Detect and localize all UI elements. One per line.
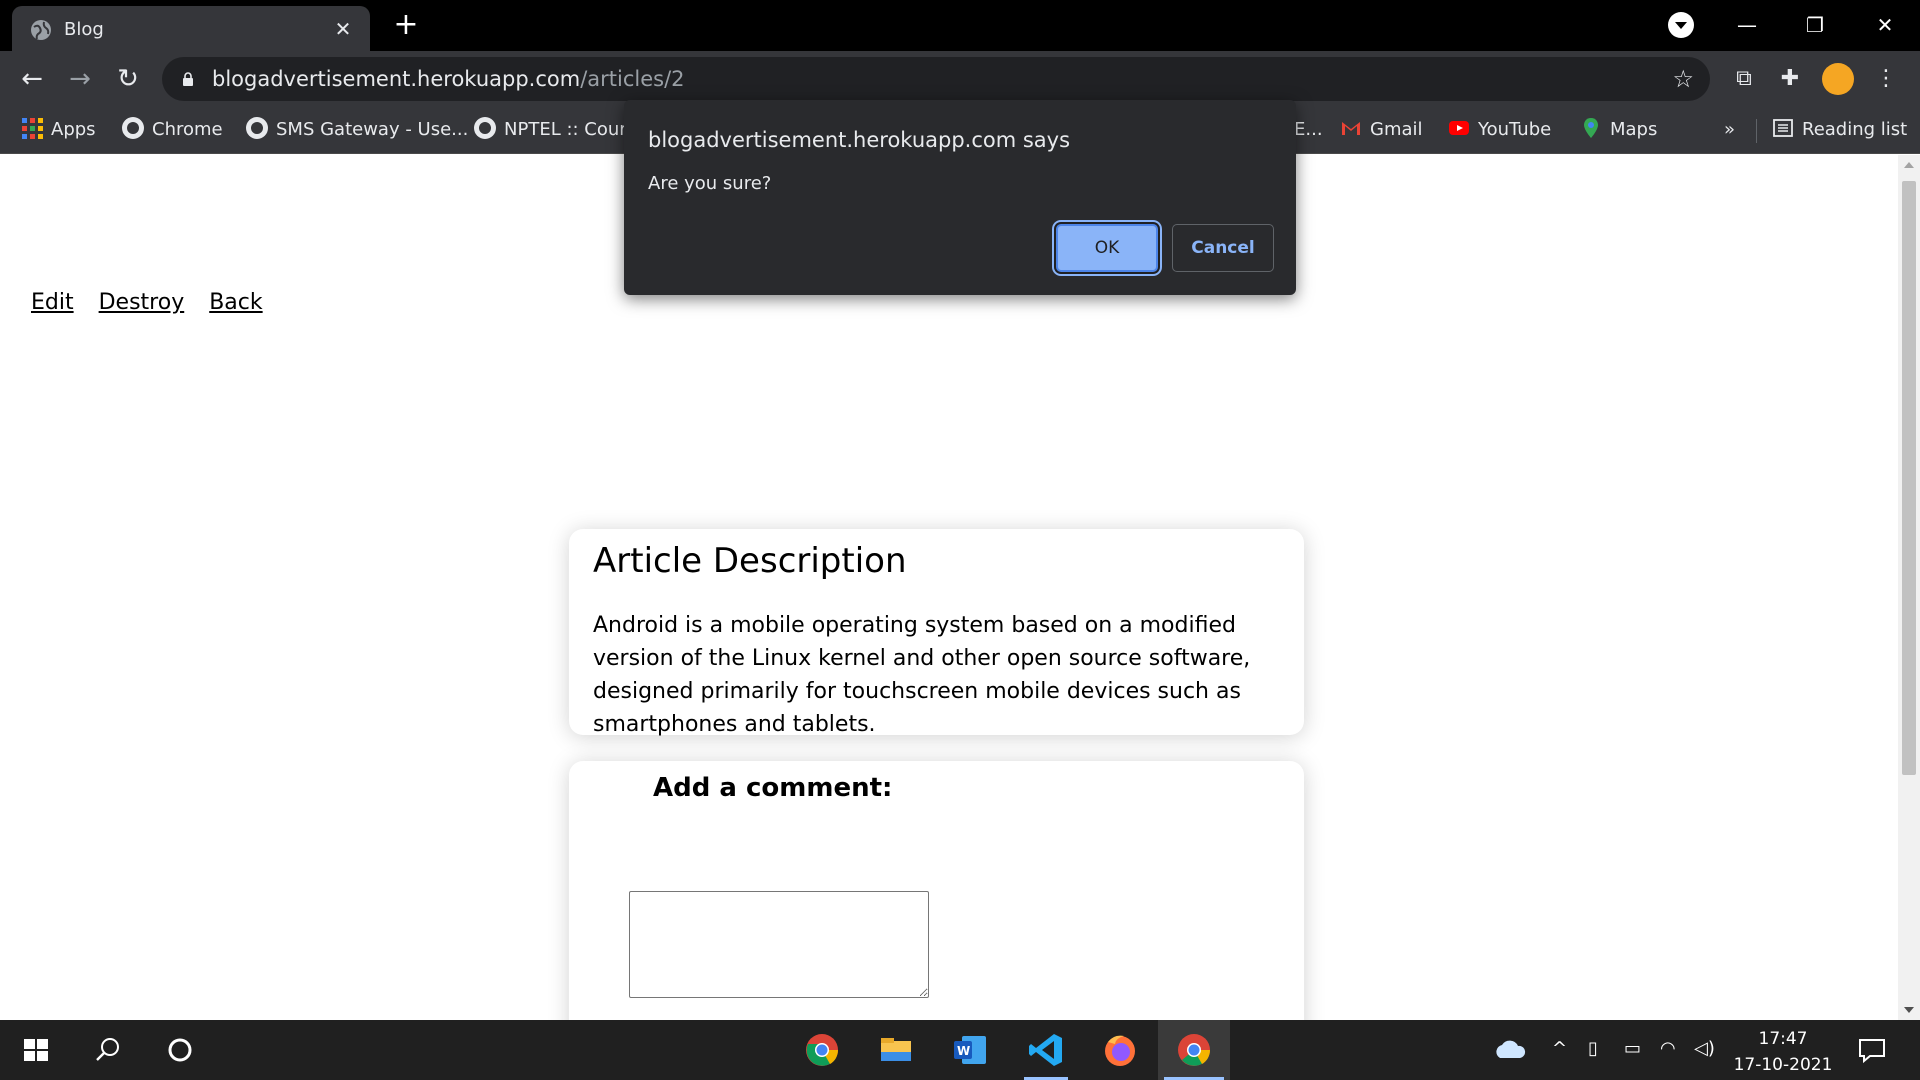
- windows-taskbar: W ^ ▯ ▭ ◠ ◁) 17:47 17-10-2021: [0, 1020, 1920, 1080]
- clock[interactable]: 17:47 17-10-2021: [1728, 1026, 1838, 1078]
- bookmark-truncated[interactable]: E...: [1294, 115, 1323, 145]
- back-link[interactable]: Back: [209, 290, 262, 315]
- svg-text:W: W: [957, 1044, 970, 1058]
- confirm-dialog: blogadvertisement.herokuapp.com says Are…: [624, 100, 1296, 295]
- article-actions: Edit Destroy Back: [31, 290, 281, 315]
- article-heading: Article Description: [593, 541, 907, 581]
- onedrive-cloud-icon[interactable]: [1490, 1030, 1530, 1070]
- scroll-down-arrow-icon[interactable]: [1898, 1000, 1920, 1020]
- dialog-message: Are you sure?: [648, 173, 772, 194]
- title-bar: Blog ✕ + — ❐ ✕: [0, 0, 1920, 51]
- article-body: Android is a mobile operating system bas…: [593, 613, 1251, 737]
- tab-search-button[interactable]: [1668, 12, 1694, 38]
- dialog-title: blogadvertisement.herokuapp.com says: [648, 128, 1071, 152]
- bookmark-nptel[interactable]: NPTEL :: Cours: [474, 115, 636, 145]
- clock-date: 17-10-2021: [1733, 1055, 1833, 1075]
- reading-list-button[interactable]: Reading list: [1772, 115, 1907, 145]
- bookmark-apps[interactable]: Apps: [22, 115, 96, 145]
- chrome-active-taskbar-icon[interactable]: [1174, 1030, 1214, 1070]
- maps-pin-icon: [1584, 118, 1598, 138]
- divider: [1756, 119, 1757, 143]
- close-window-button[interactable]: ✕: [1860, 8, 1910, 42]
- firefox-icon[interactable]: [1100, 1030, 1140, 1070]
- bookmark-gmail[interactable]: Gmail: [1340, 115, 1423, 145]
- forward-icon[interactable]: →: [62, 61, 98, 97]
- article-card: Article Description Android is a mobile …: [569, 529, 1304, 737]
- bookmark-star-icon[interactable]: ☆: [1672, 65, 1694, 93]
- word-icon[interactable]: W: [950, 1030, 990, 1070]
- cancel-button[interactable]: Cancel: [1172, 224, 1274, 272]
- reload-icon[interactable]: ↻: [110, 61, 146, 97]
- new-tab-button[interactable]: +: [390, 9, 422, 41]
- notification-icon[interactable]: [1852, 1030, 1892, 1070]
- cortana-icon[interactable]: [160, 1030, 200, 1070]
- gmail-icon: [1342, 122, 1360, 135]
- extensions-puzzle-icon[interactable]: ✚: [1774, 63, 1806, 95]
- scroll-thumb[interactable]: [1902, 181, 1916, 775]
- ok-button[interactable]: OK: [1056, 224, 1158, 272]
- vscode-icon[interactable]: [1026, 1030, 1066, 1070]
- bookmarks-overflow-button[interactable]: »: [1724, 115, 1735, 145]
- chevron-up-icon[interactable]: ^: [1552, 1038, 1567, 1059]
- globe-icon: [474, 117, 496, 139]
- tab-blog[interactable]: Blog ✕: [12, 6, 370, 51]
- globe-icon: [122, 117, 144, 139]
- bookmark-maps[interactable]: Maps: [1580, 115, 1657, 145]
- globe-icon: [246, 117, 268, 139]
- youtube-icon: [1449, 121, 1469, 135]
- extension-icon[interactable]: ⧉: [1728, 63, 1760, 95]
- browser-toolbar: ← → ↻ blogadvertisement.herokuapp.com/ar…: [0, 51, 1920, 107]
- close-tab-icon[interactable]: ✕: [330, 16, 356, 42]
- minimize-button[interactable]: —: [1722, 8, 1772, 42]
- windows-start-icon[interactable]: [16, 1030, 56, 1070]
- apps-grid-icon: [22, 117, 43, 139]
- reading-list-icon: [1773, 119, 1793, 137]
- volume-icon[interactable]: ◁): [1694, 1038, 1715, 1059]
- lock-icon: [183, 72, 193, 86]
- destroy-link[interactable]: Destroy: [99, 290, 185, 315]
- globe-icon: [31, 20, 51, 40]
- edit-link[interactable]: Edit: [31, 290, 74, 315]
- file-explorer-icon[interactable]: [876, 1030, 916, 1070]
- page-scrollbar[interactable]: [1898, 155, 1920, 1020]
- bookmark-sms-gateway[interactable]: SMS Gateway - Use...: [246, 115, 468, 145]
- tab-title: Blog: [64, 19, 104, 40]
- battery-icon[interactable]: ▭: [1624, 1038, 1641, 1059]
- bookmark-youtube[interactable]: YouTube: [1448, 115, 1551, 145]
- address-bar[interactable]: blogadvertisement.herokuapp.com/articles…: [162, 57, 1710, 101]
- comment-textarea[interactable]: [629, 891, 929, 998]
- menu-kebab-icon[interactable]: ⋮: [1870, 63, 1902, 95]
- chrome-taskbar-icon[interactable]: [802, 1030, 842, 1070]
- scroll-up-arrow-icon[interactable]: [1898, 155, 1920, 175]
- back-icon[interactable]: ←: [14, 61, 50, 97]
- meet-now-icon[interactable]: ▯: [1588, 1038, 1598, 1059]
- bookmark-chrome[interactable]: Chrome: [122, 115, 223, 145]
- url-text: blogadvertisement.herokuapp.com/articles…: [212, 67, 685, 91]
- search-icon[interactable]: [88, 1030, 128, 1070]
- clock-time: 17:47: [1758, 1029, 1808, 1049]
- comment-label: Add a comment:: [653, 773, 893, 803]
- profile-avatar[interactable]: [1822, 63, 1854, 95]
- restore-button[interactable]: ❐: [1790, 8, 1840, 42]
- comment-card: Add a comment:: [569, 761, 1304, 1020]
- wifi-icon[interactable]: ◠: [1660, 1038, 1676, 1059]
